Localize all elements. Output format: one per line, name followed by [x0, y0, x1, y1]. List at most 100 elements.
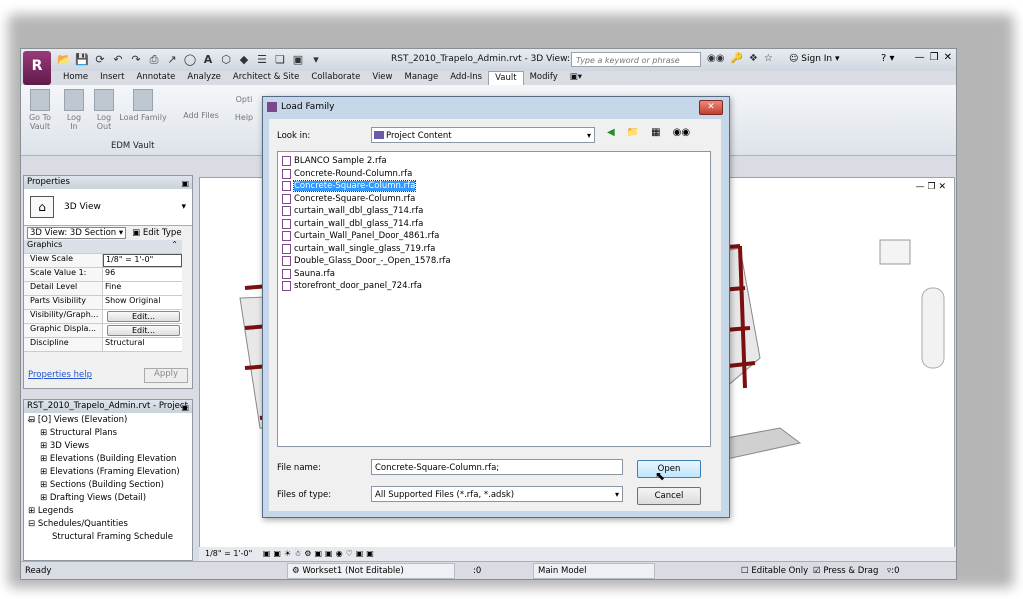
- file-item-selected[interactable]: Concrete-Square-Column.rfa: [282, 180, 417, 192]
- text-icon[interactable]: A: [201, 53, 215, 67]
- graphic-display-edit-button[interactable]: Edit...: [107, 325, 180, 336]
- navigation-bar[interactable]: [921, 287, 945, 369]
- search-input[interactable]: Type a keyword or phrase: [571, 52, 701, 67]
- tab-manage[interactable]: Manage: [398, 71, 444, 85]
- redo-icon[interactable]: ↷: [129, 53, 143, 67]
- help-ribbon-button[interactable]: Help: [227, 113, 261, 122]
- file-item[interactable]: curtain_wall_dbl_glass_714.rfa: [282, 205, 423, 217]
- 3d-view-icon[interactable]: ⬡: [219, 53, 233, 67]
- workset-selector[interactable]: ⚙ Workset1 (Not Editable): [287, 563, 455, 579]
- measure-icon[interactable]: ↗: [165, 53, 179, 67]
- switch-windows-icon[interactable]: ▣: [291, 53, 305, 67]
- tag-icon[interactable]: ◯: [183, 53, 197, 67]
- tab-analyze[interactable]: Analyze: [181, 71, 227, 85]
- binoculars-icon[interactable]: ◉◉: [707, 53, 724, 64]
- add-files-button[interactable]: Add Files: [181, 111, 221, 120]
- close-hidden-icon[interactable]: ❏: [273, 53, 287, 67]
- file-item[interactable]: Sauna.rfa: [282, 268, 335, 280]
- type-selector[interactable]: ⌂ 3D View ▾: [24, 189, 192, 226]
- undo-icon[interactable]: ↶: [111, 53, 125, 67]
- open-icon[interactable]: 📂: [57, 53, 71, 67]
- file-name-input[interactable]: Concrete-Square-Column.rfa;: [371, 459, 623, 475]
- view-scale-label[interactable]: 1/8" = 1'-0": [205, 549, 252, 558]
- tab-insert[interactable]: Insert: [94, 71, 130, 85]
- property-value[interactable]: Structural: [103, 338, 182, 351]
- views-icon[interactable]: ▦: [651, 127, 660, 138]
- edit-type-button[interactable]: ▣ Edit Type: [132, 228, 181, 238]
- graphics-group-header[interactable]: Graphics ⌃: [24, 240, 182, 254]
- tab-home[interactable]: Home: [57, 71, 94, 85]
- tree-item[interactable]: ⊞ Elevations (Building Elevation: [28, 454, 188, 467]
- file-item[interactable]: Concrete-Round-Column.rfa: [282, 168, 412, 180]
- view-window-controls[interactable]: — ❐ ✕: [916, 182, 946, 192]
- binoculars-icon[interactable]: ◉◉: [673, 127, 690, 138]
- close-icon[interactable]: ▣: [181, 401, 189, 414]
- sign-in-link[interactable]: ☺ Sign In ▾: [789, 54, 840, 64]
- save-icon[interactable]: 💾: [75, 53, 89, 67]
- filter-icon[interactable]: ▿:0: [887, 562, 900, 579]
- print-icon[interactable]: ⎙: [147, 53, 161, 67]
- tree-item[interactable]: ⊞ Drafting Views (Detail): [28, 493, 188, 506]
- tree-item[interactable]: ⊟ Schedules/Quantities: [28, 519, 188, 532]
- tab-collaborate[interactable]: Collaborate: [305, 71, 366, 85]
- tab-vault[interactable]: Vault: [488, 71, 524, 85]
- up-folder-icon[interactable]: 📁: [627, 127, 639, 138]
- tree-item[interactable]: ⊞ Legends: [28, 506, 188, 519]
- file-item[interactable]: BLANCO Sample 2.rfa: [282, 155, 387, 167]
- file-item[interactable]: storefront_door_panel_724.rfa: [282, 280, 422, 292]
- files-of-type-dropdown[interactable]: All Supported Files (*.rfa, *.adsk) ▾: [371, 486, 623, 502]
- tree-item[interactable]: Structural Framing Schedule: [28, 532, 188, 545]
- tab-view[interactable]: View: [366, 71, 398, 85]
- go-to-vault-button[interactable]: Go To Vault: [23, 89, 57, 131]
- application-menu-button[interactable]: R: [23, 51, 51, 85]
- load-family-button[interactable]: Load Family: [117, 89, 169, 122]
- tree-item[interactable]: ⊟ [O] Views (Elevation): [28, 415, 188, 428]
- file-item[interactable]: curtain_wall_single_glass_719.rfa: [282, 243, 435, 255]
- apply-button[interactable]: Apply: [144, 368, 188, 383]
- sync-icon[interactable]: ⟳: [93, 53, 107, 67]
- property-value[interactable]: Fine: [103, 282, 182, 295]
- dialog-close-button[interactable]: ✕: [699, 100, 723, 115]
- view-control-icons[interactable]: ▣▣☀☃⚙▣▣◉♡▣▣: [263, 549, 377, 558]
- tree-item[interactable]: ⊞ 3D Views: [28, 441, 188, 454]
- log-in-button[interactable]: Log In: [57, 89, 91, 131]
- tab-annotate[interactable]: Annotate: [131, 71, 182, 85]
- file-item[interactable]: Concrete-Square-Column.rfa: [282, 193, 415, 205]
- star-icon[interactable]: ☆: [764, 53, 773, 64]
- network-icon[interactable]: ❖: [749, 53, 758, 64]
- vg-edit-button[interactable]: Edit...: [107, 311, 180, 322]
- key-icon[interactable]: 🔑: [730, 53, 742, 64]
- options-button[interactable]: Opti: [227, 95, 261, 104]
- close-icon[interactable]: ✕: [944, 52, 952, 63]
- look-in-dropdown[interactable]: Project Content ▾: [371, 127, 595, 143]
- properties-help-link[interactable]: Properties help: [28, 370, 92, 380]
- view-scale-field[interactable]: 1/8" = 1'-0": [103, 254, 182, 267]
- section-icon[interactable]: ◆: [237, 53, 251, 67]
- property-value[interactable]: Show Original: [103, 296, 182, 309]
- cancel-button[interactable]: Cancel: [637, 487, 701, 505]
- press-drag-checkbox[interactable]: ☑ Press & Drag: [813, 562, 878, 579]
- tree-item[interactable]: ⊞ Structural Plans: [28, 428, 188, 441]
- tab-architect-site[interactable]: Architect & Site: [227, 71, 305, 85]
- viewcube-icon[interactable]: [879, 239, 911, 265]
- file-item[interactable]: Double_Glass_Door_-_Open_1578.rfa: [282, 255, 451, 267]
- property-value[interactable]: 96: [103, 268, 182, 281]
- tab-modify[interactable]: Modify: [524, 71, 564, 85]
- thin-lines-icon[interactable]: ☰: [255, 53, 269, 67]
- file-item[interactable]: curtain_wall_dbl_glass_714.rfa: [282, 218, 423, 230]
- instance-selector[interactable]: 3D View: 3D Section ▾: [27, 227, 127, 239]
- restore-icon[interactable]: ❐: [930, 52, 939, 63]
- close-icon[interactable]: ▣: [181, 177, 189, 190]
- tree-item[interactable]: ⊞ Sections (Building Section): [28, 480, 188, 493]
- qat-dropdown-icon[interactable]: ▾: [309, 53, 323, 67]
- tab-add-ins[interactable]: Add-Ins: [444, 71, 488, 85]
- help-button[interactable]: ? ▾: [881, 53, 895, 64]
- minimize-icon[interactable]: —: [915, 52, 925, 63]
- file-item[interactable]: Curtain_Wall_Panel_Door_4861.rfa: [282, 230, 439, 242]
- log-out-button[interactable]: Log Out: [87, 89, 121, 131]
- tree-item[interactable]: ⊞ Elevations (Framing Elevation): [28, 467, 188, 480]
- design-option-selector[interactable]: Main Model: [533, 563, 655, 579]
- open-button[interactable]: Open: [637, 460, 701, 478]
- ribbon-options-icon[interactable]: ▣▾: [564, 71, 588, 85]
- editable-only-checkbox[interactable]: ☐ Editable Only: [741, 562, 808, 579]
